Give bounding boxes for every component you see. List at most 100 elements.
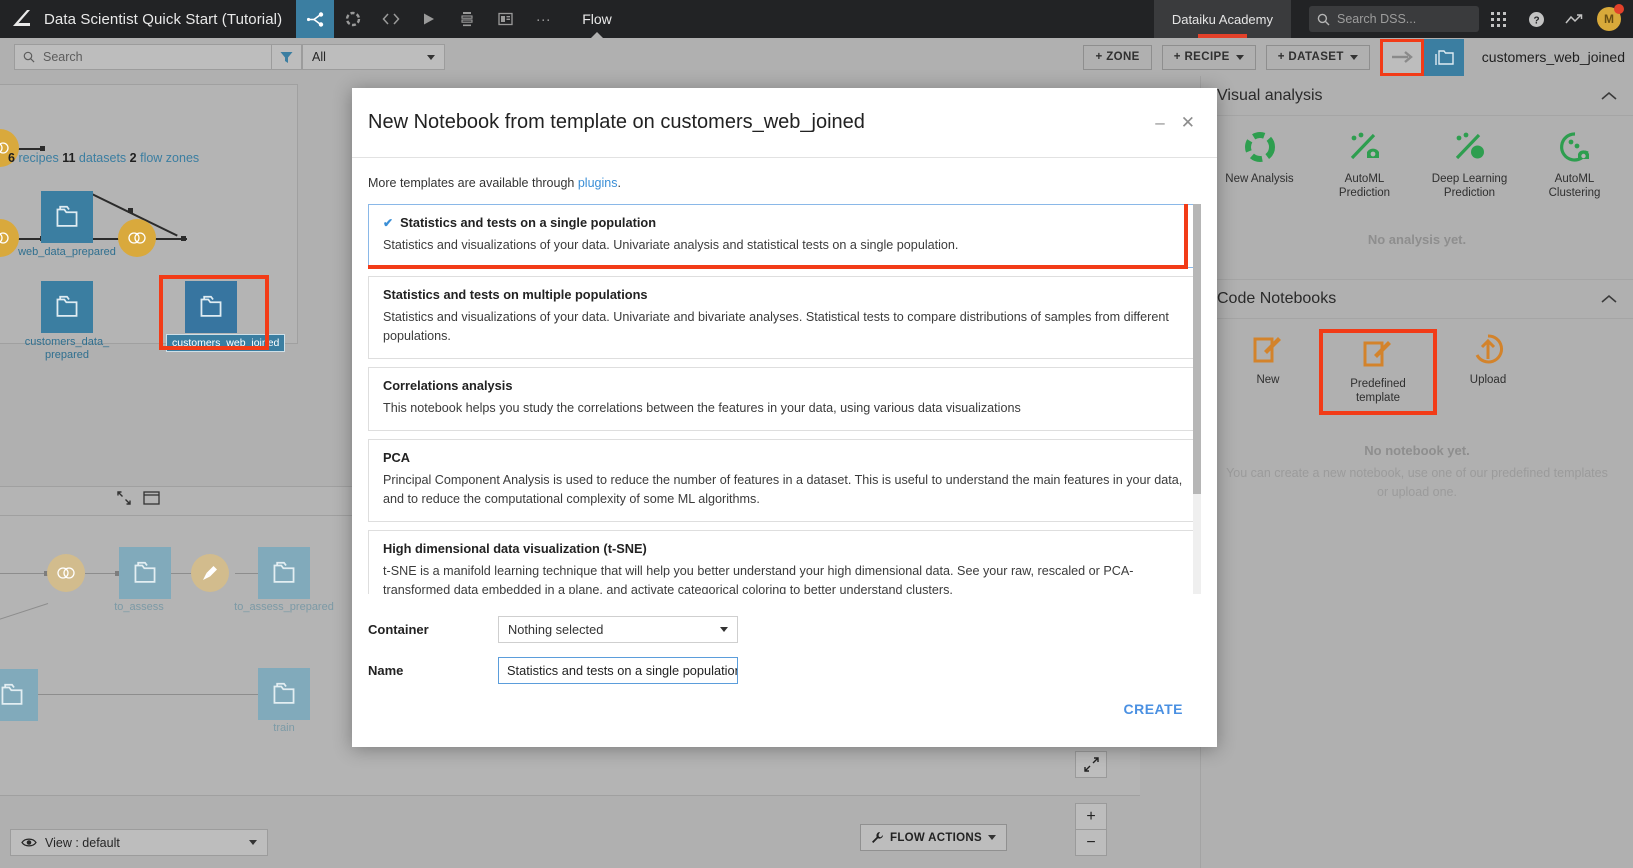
flow-toolbar: Search All + ZONE + RECIPE + DATASET cus… — [0, 38, 1633, 76]
add-dataset-button[interactable]: + DATASET — [1265, 44, 1370, 70]
section-label-text: Flow — [582, 11, 612, 27]
minimize-icon[interactable]: – — [1155, 113, 1164, 133]
template-option-1[interactable]: Statistics and tests on multiple populat… — [368, 276, 1201, 359]
automl-prediction-action[interactable]: AutoML Prediction — [1312, 130, 1417, 200]
code-notebooks-header[interactable]: Code Notebooks — [1201, 279, 1633, 319]
more-icon[interactable]: ··· — [524, 0, 562, 38]
automl-clustering-label: AutoML Clustering — [1548, 173, 1601, 199]
code-icon — [382, 13, 400, 25]
funnel-icon[interactable] — [272, 44, 302, 70]
view-selector[interactable]: View : default — [10, 829, 268, 856]
dataset-node-customers-data-prepared[interactable] — [41, 281, 93, 333]
zones-link[interactable]: flow zones — [140, 151, 199, 165]
recipe-node-join[interactable] — [47, 554, 85, 592]
modal-header: New Notebook from template on customers_… — [352, 88, 1217, 158]
dataset-node-train[interactable] — [258, 668, 310, 720]
add-dataset-label: + DATASET — [1277, 51, 1344, 63]
dataset-folder-icon — [56, 295, 78, 317]
chevron-up-icon — [1601, 294, 1617, 303]
zone-collapse-icon[interactable] — [117, 491, 131, 510]
academy-tab[interactable]: Dataiku Academy — [1153, 0, 1291, 38]
academy-label: Dataiku Academy — [1171, 11, 1273, 27]
recipes-link[interactable]: recipes — [18, 151, 58, 165]
flow-actions-label: FLOW ACTIONS — [890, 831, 982, 844]
automl-clustering-action[interactable]: AutoML Clustering — [1522, 130, 1627, 200]
search-dss-input[interactable]: Search DSS... — [1309, 6, 1479, 32]
template-desc: Principal Component Analysis is used to … — [383, 473, 1183, 506]
upload-icon — [1475, 334, 1504, 364]
dataiku-logo-icon[interactable] — [0, 0, 44, 38]
jobs-icon[interactable] — [410, 0, 448, 38]
chevron-up-icon[interactable] — [1601, 88, 1617, 104]
template-list-scrollbar[interactable] — [1193, 204, 1201, 594]
new-analysis-label: New Analysis — [1225, 173, 1294, 185]
chevron-down-icon — [249, 840, 257, 845]
template-option-3[interactable]: PCA Principal Component Analysis is used… — [368, 439, 1201, 522]
template-title: PCA — [383, 450, 411, 465]
dataset-node[interactable] — [0, 669, 38, 721]
lab-icon[interactable] — [334, 0, 372, 38]
search-icon — [1317, 13, 1330, 25]
trend-line-icon[interactable] — [1555, 0, 1593, 38]
fit-zoom-button[interactable] — [1075, 751, 1107, 778]
upload-notebook-action[interactable]: Upload — [1433, 333, 1543, 411]
avatar[interactable]: M — [1597, 4, 1624, 31]
predefined-template-action[interactable]: Predefined template — [1319, 329, 1437, 415]
zoom-out-button[interactable]: − — [1075, 829, 1107, 856]
filter-value: All — [312, 50, 326, 64]
add-zone-label: + ZONE — [1095, 51, 1140, 63]
add-recipe-button[interactable]: + RECIPE — [1161, 44, 1256, 70]
scrollbar-thumb[interactable] — [1193, 204, 1201, 494]
dataset-node-to-assess[interactable] — [119, 547, 171, 599]
code-notebooks-empty: No notebook yet. — [1364, 443, 1470, 458]
dataset-node-web-data-prepared[interactable] — [41, 191, 93, 243]
flow-icon[interactable] — [296, 0, 335, 38]
plugins-link[interactable]: plugins — [578, 176, 618, 190]
add-zone-button[interactable]: + ZONE — [1083, 44, 1152, 70]
arrow-right-icon[interactable] — [1379, 38, 1424, 76]
apps-grid-icon — [1490, 11, 1506, 27]
code-notebooks-empty-sub: You can create a new notebook, use one o… — [1226, 466, 1608, 499]
template-option-2[interactable]: Correlations analysis This notebook help… — [368, 367, 1201, 431]
container-select[interactable]: Nothing selected — [498, 616, 738, 643]
deep-learning-prediction-action[interactable]: Deep Learning Prediction — [1417, 130, 1522, 200]
chevron-down-icon — [720, 627, 728, 632]
new-analysis-action[interactable]: New Analysis — [1207, 130, 1312, 200]
automl-clustering-icon — [1559, 132, 1589, 162]
close-icon[interactable]: ✕ — [1181, 113, 1195, 133]
container-label: Container — [368, 622, 429, 637]
chevron-up-icon[interactable] — [1601, 291, 1617, 307]
datasets-link[interactable]: datasets — [79, 151, 126, 165]
code-icon[interactable] — [372, 0, 410, 38]
template-title: High dimensional data visualization (t-S… — [383, 541, 647, 556]
zone-window-icon[interactable] — [143, 491, 160, 510]
new-notebook-action[interactable]: New — [1213, 333, 1323, 411]
apps-grid-icon[interactable] — [1479, 0, 1517, 38]
top-nav-icons: ··· — [296, 0, 562, 38]
project-title[interactable]: Data Scientist Quick Start (Tutorial) — [44, 11, 296, 28]
zoom-in-button[interactable]: + — [1075, 803, 1107, 830]
template-option-4[interactable]: High dimensional data visualization (t-S… — [368, 530, 1201, 594]
flow-icon — [306, 11, 323, 27]
dashboard-icon[interactable] — [486, 0, 524, 38]
template-option-0[interactable]: Statistics and tests on a single populat… — [368, 204, 1201, 268]
automation-icon[interactable] — [448, 0, 486, 38]
recipe-node-join[interactable] — [118, 219, 156, 257]
template-list[interactable]: Statistics and tests on a single populat… — [368, 204, 1201, 594]
new-notebook-modal: New Notebook from template on customers_… — [352, 88, 1217, 747]
dataset-folder-icon — [273, 561, 295, 583]
code-notebooks-title: Code Notebooks — [1217, 290, 1337, 307]
help-circle-icon[interactable]: ? — [1517, 0, 1555, 38]
flow-actions-button[interactable]: FLOW ACTIONS — [860, 824, 1007, 851]
filter-select[interactable]: All — [302, 44, 445, 70]
deep-learning-icon — [1455, 132, 1484, 160]
modal-body: More templates are available through plu… — [352, 158, 1217, 684]
zones-count: 2 — [129, 151, 137, 165]
search-input[interactable]: Search — [14, 44, 272, 70]
recipe-node-prepare[interactable] — [191, 554, 229, 592]
dataset-folder-icon[interactable] — [1423, 38, 1464, 76]
trend-line-icon — [1565, 13, 1583, 23]
visual-analysis-header[interactable]: Visual analysis — [1201, 76, 1633, 116]
create-button[interactable]: CREATE — [1123, 701, 1183, 717]
dataset-node-to-assess-prepared[interactable] — [258, 547, 310, 599]
